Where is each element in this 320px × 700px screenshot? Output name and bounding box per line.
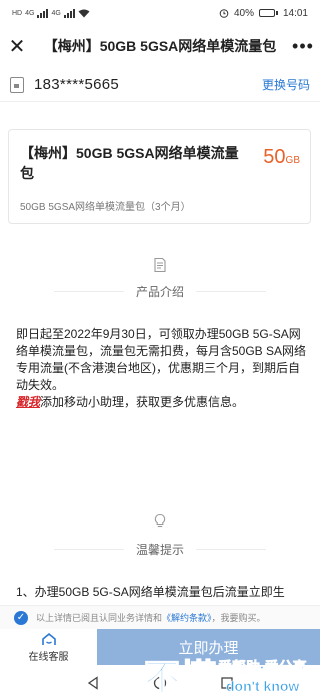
intro-text: 即日起至2022年9月30日，可领取办理50GB 5G-SA网络单模流量包，流量… — [16, 327, 307, 392]
intro-text-after: 添加移动小助理，获取更多优惠信息。 — [40, 395, 245, 409]
status-left: HD 4G 4G — [12, 8, 90, 18]
product-description: 50GB 5GSA网络单模流量包（3个月） — [20, 202, 191, 213]
phone-row: 183****5665 更换号码 — [0, 68, 320, 102]
signal-icon-1 — [37, 8, 49, 18]
signal-icon-2 — [63, 8, 75, 18]
intro-section-title: 产品介绍 — [0, 283, 320, 300]
terms-link[interactable]: 《解约条款》 — [162, 613, 212, 623]
price-unit: GB — [285, 155, 300, 166]
watermark-logo: 不懂 爱帮助·爱分享 don't know — [143, 656, 307, 699]
agreement-text: 以上详情已阅且认同业务详情和《解约条款》，我要购买。 — [36, 613, 266, 623]
change-number-link[interactable]: 更换号码 — [262, 76, 310, 93]
hd-tag: HD — [12, 9, 23, 17]
tips-title-text: 温馨提示 — [135, 543, 184, 557]
lightbulb-icon — [154, 513, 166, 528]
app-header: ✕ 【梅州】50GB 5GSA网络单模流量包 ••• — [0, 26, 320, 66]
close-icon[interactable]: ✕ — [0, 34, 34, 59]
back-icon[interactable] — [86, 675, 100, 690]
watermark-sub1: 爱帮助·爱分享 — [218, 659, 307, 675]
poke-me-link[interactable]: 戳我 — [16, 395, 40, 409]
battery-percent: 40% — [233, 7, 254, 19]
phone-number: 183****5665 — [34, 76, 120, 93]
page-title: 【梅州】50GB 5GSA网络单模流量包 — [43, 38, 277, 54]
watermark-sub2: don't know — [226, 678, 299, 694]
watermark-main: 不懂 — [144, 657, 216, 698]
wifi-icon — [78, 9, 90, 17]
network-tag-1: 4G — [25, 9, 35, 17]
agreement-bar: ✓ 以上详情已阅且认同业务详情和《解约条款》，我要购买。 — [0, 605, 320, 629]
intro-body: 即日起至2022年9月30日，可领取办理50GB 5G-SA网络单模流量包，流量… — [16, 326, 308, 411]
agreement-checkbox[interactable]: ✓ — [14, 610, 28, 625]
customer-service-icon — [41, 632, 56, 645]
document-icon — [154, 257, 166, 273]
status-bar: HD 4G 4G 40% 14:01 — [0, 0, 320, 26]
price-value: 50 — [263, 146, 286, 168]
tip-item-1: 1、办理50GB 5G-SA网络单模流量包后流量立即生 — [16, 585, 285, 599]
battery-icon — [258, 9, 278, 17]
product-price: 50GB — [263, 146, 300, 169]
status-right: 40% 14:01 — [219, 8, 308, 19]
network-tag-2: 4G — [51, 9, 61, 17]
clock: 14:01 — [282, 7, 308, 19]
tips-section-title: 温馨提示 — [0, 541, 320, 558]
product-card[interactable]: 【梅州】50GB 5GSA网络单模流量包 50GB 50GB 5GSA网络单模流… — [8, 129, 311, 224]
alarm-icon — [219, 9, 229, 18]
intro-title-text: 产品介绍 — [135, 285, 184, 299]
more-icon[interactable]: ••• — [286, 36, 320, 57]
online-service-button[interactable]: 在线客服 — [0, 629, 97, 665]
sim-card-icon — [10, 76, 24, 93]
product-name: 【梅州】50GB 5GSA网络单模流量包 — [20, 145, 239, 181]
online-service-label: 在线客服 — [28, 651, 69, 663]
